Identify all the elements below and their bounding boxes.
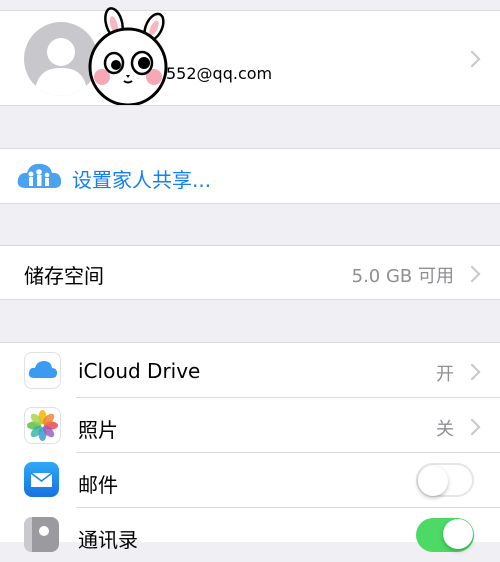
contacts-toggle[interactable] bbox=[416, 518, 474, 552]
photos-value: 关 bbox=[436, 419, 454, 440]
app-row-mail: 邮件 bbox=[0, 453, 500, 507]
icloud-drive-value: 开 bbox=[436, 364, 454, 385]
app-row-contacts: 通讯录 bbox=[0, 508, 500, 562]
storage-value: 5.0 GB 可用 bbox=[351, 266, 454, 287]
storage-label: 储存空间 bbox=[24, 264, 104, 288]
mail-icon bbox=[24, 462, 59, 497]
family-sharing-row[interactable]: 设置家人共享... bbox=[0, 148, 500, 204]
icloud-drive-icon bbox=[24, 352, 61, 389]
photos-icon bbox=[24, 407, 61, 444]
chevron-right-icon bbox=[463, 50, 481, 68]
contacts-icon bbox=[24, 517, 59, 552]
family-sharing-link[interactable]: 设置家人共享... bbox=[72, 164, 211, 193]
contacts-label: 通讯录 bbox=[78, 528, 138, 552]
mail-label: 邮件 bbox=[78, 473, 118, 497]
apps-section: iCloud Drive 开 照片 关 邮件 通讯录 bbox=[0, 342, 500, 552]
family-sharing-icon bbox=[16, 160, 62, 196]
mail-toggle[interactable] bbox=[416, 463, 474, 497]
chevron-right-icon bbox=[463, 363, 481, 381]
chevron-right-icon bbox=[463, 418, 481, 436]
profile-section[interactable]: 552@qq.com bbox=[0, 7, 500, 107]
app-row-icloud-drive[interactable]: iCloud Drive 开 bbox=[0, 343, 500, 397]
chevron-right-icon bbox=[463, 265, 481, 283]
account-email: 552@qq.com bbox=[166, 64, 273, 83]
rabbit-sticker bbox=[84, 5, 176, 107]
storage-row[interactable]: 储存空间 5.0 GB 可用 bbox=[0, 245, 500, 300]
photos-label: 照片 bbox=[78, 418, 118, 442]
app-row-photos[interactable]: 照片 关 bbox=[0, 398, 500, 452]
icloud-drive-label: iCloud Drive bbox=[78, 359, 201, 383]
